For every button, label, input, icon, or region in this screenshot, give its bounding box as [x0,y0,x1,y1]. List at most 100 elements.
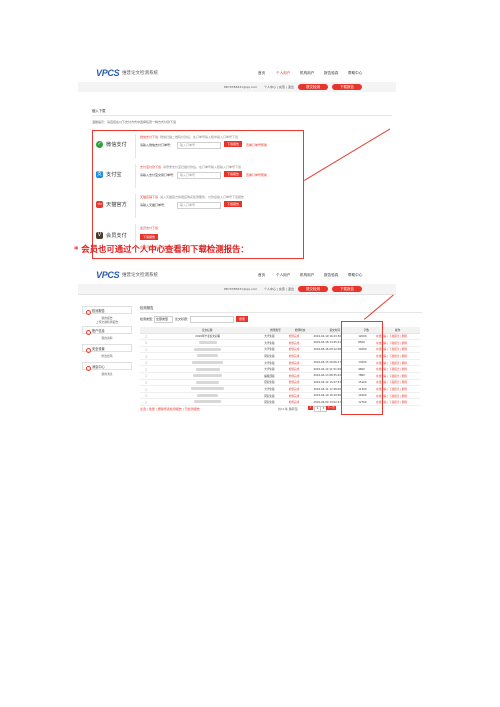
nav-institution[interactable]: 机构用户 [300,273,314,278]
filter-label: 检测类型： [140,317,156,321]
alipay-desc: 请登录支付宝扫描付款后，在订单号输入框输入订单号下载 [163,165,242,169]
row-checkbox[interactable]: □ [140,372,152,380]
search-label: 论文标题： [175,317,191,321]
row-checkbox[interactable]: □ [140,339,152,347]
row-checkbox[interactable]: □ [140,365,152,374]
alipay-download-button[interactable]: 下载报告 [224,171,242,177]
blurred-title [193,374,223,378]
tmall-headline: 天猫店铺下载 [140,195,159,199]
wechat-help-link[interactable]: 查看订单号帮助 [246,143,267,147]
sidebar-sub-upload-reports[interactable]: 上传文献检测报告 [82,320,132,324]
sidebar-item-account[interactable]: 账户信息 [82,326,132,335]
type-select[interactable]: 全部类型 [154,316,173,323]
vpcs-logo[interactable]: VPCS [96,270,120,280]
row-status: 检测完成 [287,346,313,354]
alipay-order-input[interactable]: 输入订单号 [177,172,221,179]
vpcs-logo[interactable]: VPCS [96,68,120,78]
nav-home[interactable]: 首页 [258,273,265,278]
row-type: 大学生版 [263,339,288,347]
row-title [151,352,264,360]
user-bar: 8870788431@qq.com 个人中心 | 充值 | 退出 提交检测 下载… [78,284,396,295]
row-status: 检测完成 [287,339,313,347]
member-center-screenshot: VPCS 维普论文检测系统 首页 个人用户 机构用户 报告验真 帮助中心 887… [78,266,422,416]
sidebar-item-messages[interactable]: 消息中心 [82,362,132,371]
sidebar-sub-my-messages[interactable]: 我的消息 [82,372,132,376]
submit-check-button[interactable]: 提交检测 [298,286,328,292]
nav-personal[interactable]: 个人用户 [276,273,290,278]
page-1-button[interactable]: 1 [308,406,313,410]
row-type: 研究生版 [263,379,288,387]
row-status: 检测完成 [287,392,313,400]
row-checkbox[interactable]: □ [140,392,152,400]
row-type: 大学生版 [263,359,288,367]
row-checkbox[interactable]: □ [140,359,152,367]
row-checkbox[interactable]: □ [140,385,152,393]
row-title [151,398,264,407]
tmall-order-input[interactable]: 输入订单号 [177,202,221,209]
sidebar-sub-profile[interactable]: 我的资料 [82,336,132,340]
row-checkbox[interactable]: □ [140,346,152,354]
blurred-title [196,380,220,384]
nav-verify[interactable]: 报告验真 [324,273,338,278]
row-title [151,365,264,374]
search-button[interactable]: 搜索 [236,315,248,322]
user-links[interactable]: 个人中心 | 充值 | 退出 [264,85,294,89]
alipay-help-link[interactable]: 查看订单号帮助 [246,173,267,177]
row-checkbox[interactable]: □ [140,333,152,341]
ops-highlight-frame [341,321,383,415]
tmall-icon: TM [96,201,103,208]
sidebar-item-security[interactable]: 安全设置 [82,344,132,353]
row-checkbox[interactable]: □ [140,352,152,360]
tmall-download-button[interactable]: 下载报告 [224,201,242,207]
wechat-field-label: 请输入微信支付订单号： [140,143,174,147]
user-email: 8870788431@qq.com [224,85,258,89]
nav-institution[interactable]: 机构用户 [300,71,314,76]
nav-personal[interactable]: 个人用户 [276,71,290,76]
row-checkbox[interactable]: □ [140,398,152,407]
pointer-arrow [304,128,391,181]
wechat-order-input[interactable]: 输入订单号 [177,142,221,149]
section-title: 缩入下载 [92,109,106,113]
row-type: 大学生版 [263,385,288,393]
lock-icon [86,347,91,353]
method-name-alipay[interactable]: 支付宝 [106,171,122,178]
user-email: 8870788431@qq.com [224,287,258,291]
tmall-field-label: 请输入天猫订单号： [140,203,168,207]
row-title [151,379,264,387]
user-links[interactable]: 个人中心 | 充值 | 退出 [264,287,294,291]
method-name-member[interactable]: 会员支付 [106,232,127,239]
submit-check-button[interactable]: 提交检测 [298,84,328,90]
wechat-headline: 微信支付下载 [140,135,159,139]
nav-verify[interactable]: 报告验真 [324,71,338,76]
download-report-button[interactable]: 下载报告 [332,84,362,90]
row-type: 大学生版 [263,333,288,341]
method-name-tmall[interactable]: 天猫官方 [106,201,127,208]
title-search-input[interactable] [190,316,234,323]
next-page-button[interactable]: 下一页 [326,406,336,410]
sidebar-sub-password[interactable]: 修改密码 [82,354,132,358]
member-download-button[interactable]: 下载报告 [140,234,158,240]
row-type: 研究生版 [263,398,288,407]
row-title [151,359,264,367]
method-name-wechat[interactable]: 微信支付 [106,141,127,148]
alipay-field-label: 请输入支付宝交易订单号： [140,173,177,177]
nav-help[interactable]: 帮助中心 [348,71,362,76]
bulk-actions[interactable]: 全选 | 批量 | 删除所选检测报告 | 已检测报告 [140,407,200,411]
row-status: 检测完成 [287,359,313,367]
row-type: 研究生版 [263,352,288,360]
divider [135,194,136,218]
row-checkbox[interactable]: □ [140,379,152,387]
sidebar-item-reports[interactable]: 检测报告 [82,306,132,315]
row-status: 检测完成 [287,352,313,360]
nav-help[interactable]: 帮助中心 [348,273,362,278]
divider [92,115,392,116]
blurred-title [196,354,219,358]
blurred-title [190,387,225,391]
blurred-title [197,393,218,397]
nav-home[interactable]: 首页 [258,71,265,76]
row-type: 编辑部版 [263,372,288,380]
row-status: 检测完成 [287,372,313,380]
wechat-download-button[interactable]: 下载报告 [224,141,242,147]
alipay-icon: 支 [96,171,103,178]
download-report-button[interactable]: 下载报告 [332,286,362,292]
